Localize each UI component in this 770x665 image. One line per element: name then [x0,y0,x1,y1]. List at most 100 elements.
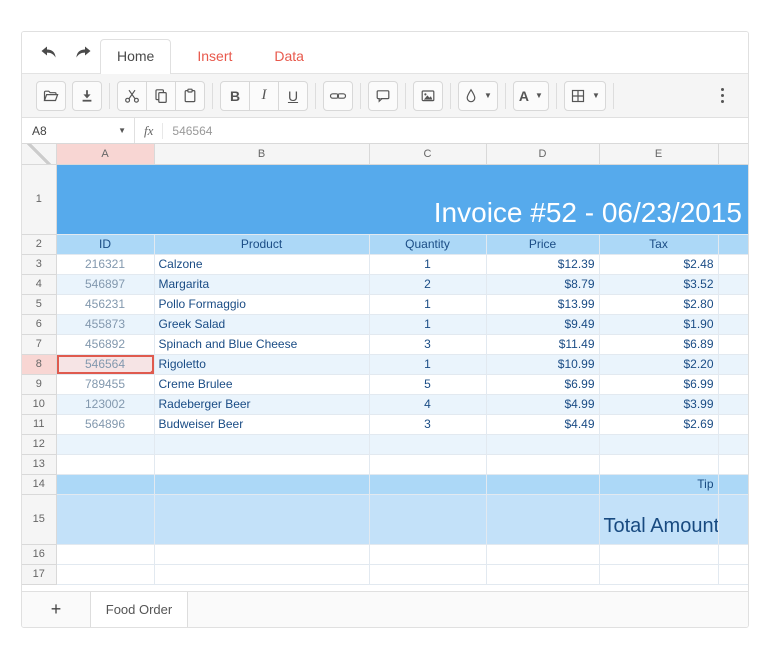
cell-id[interactable]: 456892 [56,334,154,354]
cell[interactable] [718,454,748,474]
column-header-d[interactable]: D [486,144,599,164]
paste-button[interactable] [175,81,205,111]
row-header-1[interactable]: 1 [22,164,56,234]
cell[interactable] [718,494,748,544]
cell[interactable] [154,494,369,544]
cell-quantity[interactable]: 1 [369,314,486,334]
cell-quantity[interactable]: 3 [369,334,486,354]
underline-button[interactable]: U [278,81,308,111]
header-cell-price[interactable]: Price [486,234,599,254]
cell-price[interactable]: $4.99 [486,394,599,414]
cell-tax[interactable]: $2.20 [599,354,718,374]
tip-label-cell[interactable]: Tip [599,474,718,494]
cell-price[interactable]: $6.99 [486,374,599,394]
cell-price[interactable]: $11.49 [486,334,599,354]
cell-id[interactable]: 546897 [56,274,154,294]
cell-product[interactable]: Radeberger Beer [154,394,369,414]
cell[interactable] [718,414,748,434]
cell-id[interactable]: 123002 [56,394,154,414]
tab-insert[interactable]: Insert [181,40,248,73]
row-header-12[interactable]: 12 [22,434,56,454]
cell-product[interactable]: Greek Salad [154,314,369,334]
total-amount-label-cell[interactable]: Total Amount [599,494,718,544]
toolbar-overflow-button[interactable] [715,82,730,109]
cell-product[interactable]: Rigoletto [154,354,369,374]
autofill-handle[interactable] [150,370,155,375]
row-header-13[interactable]: 13 [22,454,56,474]
cell-product[interactable]: Margarita [154,274,369,294]
cell-product[interactable]: Budweiser Beer [154,414,369,434]
cell[interactable] [154,454,369,474]
cell[interactable] [56,564,154,584]
sheet-tab-food-order[interactable]: Food Order [90,592,188,627]
cell-tax[interactable]: $2.69 [599,414,718,434]
cell-tax[interactable]: $3.52 [599,274,718,294]
cell-product[interactable]: Spinach and Blue Cheese [154,334,369,354]
header-cell-id[interactable]: ID [56,234,154,254]
cell[interactable] [369,474,486,494]
cell[interactable] [718,334,748,354]
cell[interactable] [369,454,486,474]
cell[interactable] [718,234,748,254]
column-header-f[interactable] [718,144,748,164]
cell[interactable] [718,294,748,314]
column-header-b[interactable]: B [154,144,369,164]
cell[interactable] [369,434,486,454]
row-header-3[interactable]: 3 [22,254,56,274]
cell[interactable] [56,544,154,564]
cell-id[interactable]: 564896 [56,414,154,434]
cell[interactable] [718,544,748,564]
cell[interactable] [486,544,599,564]
bold-button[interactable]: B [220,81,250,111]
cell[interactable] [718,434,748,454]
column-header-e[interactable]: E [599,144,718,164]
cell[interactable] [718,474,748,494]
cell[interactable] [486,474,599,494]
cell[interactable] [486,494,599,544]
image-button[interactable] [413,81,443,111]
font-color-button[interactable]: A ▼ [513,81,549,111]
cell-price[interactable]: $13.99 [486,294,599,314]
cell[interactable] [154,474,369,494]
header-cell-product[interactable]: Product [154,234,369,254]
cell[interactable] [718,374,748,394]
row-header-10[interactable]: 10 [22,394,56,414]
cell-tax[interactable]: $2.48 [599,254,718,274]
redo-button[interactable] [70,40,96,66]
cell-price[interactable]: $8.79 [486,274,599,294]
cell[interactable] [56,474,154,494]
tab-home[interactable]: Home [100,39,171,74]
row-header-14[interactable]: 14 [22,474,56,494]
row-header-16[interactable]: 16 [22,544,56,564]
cell-tax[interactable]: $3.99 [599,394,718,414]
invoice-title-cell[interactable]: Invoice #52 - 06/23/2015 [56,164,748,234]
tab-data[interactable]: Data [258,40,320,73]
cell[interactable] [154,434,369,454]
select-all-corner[interactable] [22,144,56,164]
header-cell-quantity[interactable]: Quantity [369,234,486,254]
cell-quantity[interactable]: 1 [369,294,486,314]
cell[interactable] [154,564,369,584]
column-header-c[interactable]: C [369,144,486,164]
row-header-5[interactable]: 5 [22,294,56,314]
comment-button[interactable] [368,81,398,111]
cell[interactable] [718,354,748,374]
row-header-8[interactable]: 8 [22,354,56,374]
row-header-15[interactable]: 15 [22,494,56,544]
cell[interactable] [154,544,369,564]
cell[interactable] [718,314,748,334]
open-button[interactable] [36,81,66,111]
row-header-6[interactable]: 6 [22,314,56,334]
cell-price[interactable]: $4.49 [486,414,599,434]
undo-button[interactable] [36,40,62,66]
cell[interactable] [369,564,486,584]
row-header-11[interactable]: 11 [22,414,56,434]
cell[interactable] [369,544,486,564]
cell[interactable] [718,564,748,584]
cell-id[interactable]: 455873 [56,314,154,334]
cell[interactable] [369,494,486,544]
row-header-9[interactable]: 9 [22,374,56,394]
cut-button[interactable] [117,81,147,111]
cell[interactable] [718,394,748,414]
cell[interactable] [56,454,154,474]
